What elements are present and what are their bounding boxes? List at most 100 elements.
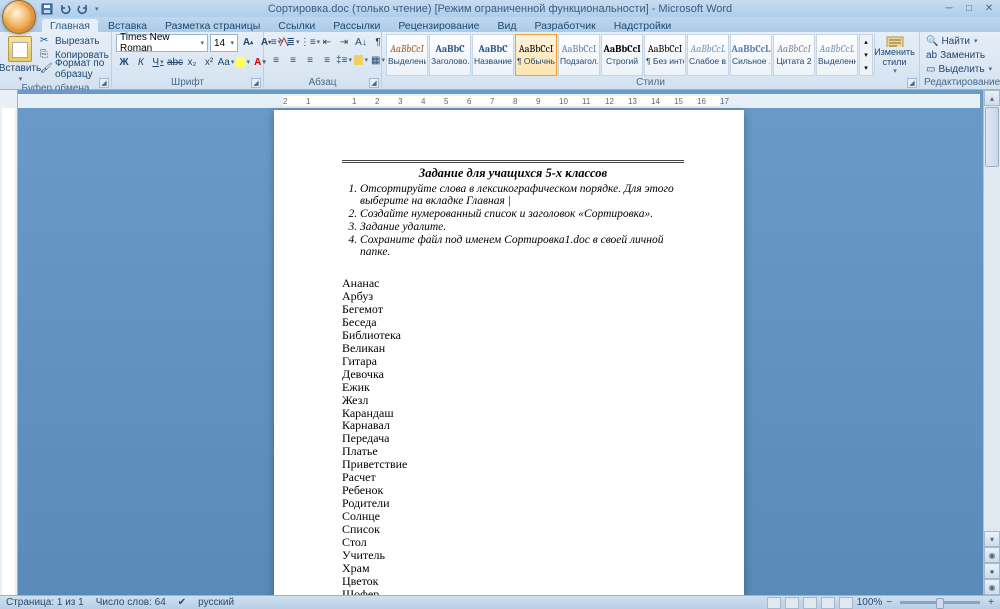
view-web-layout[interactable] (803, 597, 817, 609)
group-label: Стили (386, 77, 915, 89)
change-styles-button[interactable]: Изменитьстили▾ (874, 34, 914, 76)
status-language[interactable]: русский (198, 597, 234, 608)
view-print-layout[interactable] (767, 597, 781, 609)
underline-button[interactable]: Ч▾ (150, 54, 166, 70)
vertical-ruler[interactable] (0, 90, 18, 595)
style-item[interactable]: AaBbCНазвание (472, 34, 514, 76)
style-item[interactable]: AaBbCcIЦитата 2 (773, 34, 815, 76)
style-item[interactable]: AaBbCcLВыделенн... (816, 34, 858, 76)
status-word-count[interactable]: Число слов: 64 (96, 597, 166, 608)
superscript-button[interactable]: x² (201, 54, 217, 70)
style-item[interactable]: AaBbCcIВыделение (386, 34, 428, 76)
sort-button[interactable]: A↓ (353, 34, 369, 50)
replace-button[interactable]: abЗаменить (924, 48, 994, 62)
tab-mailings[interactable]: Рассылки (325, 19, 388, 32)
justify-button[interactable]: ≡ (319, 52, 335, 68)
cut-button[interactable]: ✂Вырезать (38, 34, 111, 48)
style-item[interactable]: AaBbCcI¶ Обычный (515, 34, 557, 76)
redo-icon[interactable] (76, 2, 90, 16)
style-item[interactable]: AaBbCcI¶ Без инте... (644, 34, 686, 76)
shading-button[interactable]: ▾ (353, 52, 369, 68)
word-item: Расчет (342, 471, 684, 484)
maximize-button[interactable]: □ (962, 2, 976, 14)
find-button[interactable]: 🔍Найти▾ (924, 34, 994, 48)
task-item: Создайте нумерованный список и заголовок… (360, 208, 684, 220)
subscript-button[interactable]: x₂ (184, 54, 200, 70)
office-button[interactable] (2, 0, 36, 34)
vertical-scrollbar[interactable]: ▴ ▾ ◉ ● ◉ (983, 90, 1000, 595)
style-item[interactable]: AaBbCcLСильное ... (730, 34, 772, 76)
zoom-level[interactable]: 100% (857, 597, 883, 608)
style-item[interactable]: AaBbCcIСтрогий (601, 34, 643, 76)
style-item[interactable]: AaBbCcLСлабое в... (687, 34, 729, 76)
word-item: Гитара (342, 355, 684, 368)
multilevel-button[interactable]: ⋮≡▾ (302, 34, 318, 50)
zoom-in-button[interactable]: + (988, 597, 994, 608)
align-center-button[interactable]: ≡ (285, 52, 301, 68)
tab-page-layout[interactable]: Разметка страницы (157, 19, 268, 32)
style-item[interactable]: AaBbCЗаголово... (429, 34, 471, 76)
zoom-slider[interactable] (900, 601, 980, 604)
align-right-button[interactable]: ≡ (302, 52, 318, 68)
prev-page-icon[interactable]: ◉ (984, 547, 1000, 563)
horizontal-ruler[interactable]: 211234567891011121314151617 (18, 94, 980, 108)
bold-button[interactable]: Ж (116, 54, 132, 70)
paragraph-dialog-icon[interactable]: ◢ (369, 78, 379, 88)
word-item: Девочка (342, 368, 684, 381)
tab-developer[interactable]: Разработчик (526, 19, 603, 32)
tab-view[interactable]: Вид (489, 19, 524, 32)
styles-more-button[interactable]: ▴▾▾ (859, 34, 873, 76)
paste-button[interactable]: Вставить ▾ (4, 34, 36, 83)
word-item: Солнце (342, 510, 684, 523)
font-dialog-icon[interactable]: ◢ (251, 78, 261, 88)
align-left-button[interactable]: ≡ (268, 52, 284, 68)
close-button[interactable]: ✕ (982, 2, 996, 14)
select-button[interactable]: ▭Выделить▾ (924, 62, 994, 76)
find-icon: 🔍 (926, 36, 938, 47)
word-item: Храм (342, 562, 684, 575)
change-case-button[interactable]: Aa▾ (218, 54, 234, 70)
scroll-up-icon[interactable]: ▴ (984, 90, 1000, 106)
tab-insert[interactable]: Вставка (100, 19, 155, 32)
numbering-button[interactable]: ≣▾ (285, 34, 301, 50)
scroll-thumb[interactable] (985, 107, 999, 167)
status-page[interactable]: Страница: 1 из 1 (6, 597, 84, 608)
font-name-combo[interactable]: Times New Roman▾ (116, 34, 208, 52)
strike-button[interactable]: abc (167, 54, 183, 70)
page[interactable]: Задание для учащихся 5-х классов Отсорти… (274, 110, 744, 595)
view-draft[interactable] (839, 597, 853, 609)
font-size-combo[interactable]: 14▾ (210, 34, 238, 52)
clipboard-dialog-icon[interactable]: ◢ (99, 78, 109, 88)
task-list: Отсортируйте слова в лексикографическом … (342, 183, 684, 258)
brush-icon: 🖌 (40, 63, 52, 75)
highlight-button[interactable]: ▾ (235, 54, 251, 70)
word-item: Цветок (342, 575, 684, 588)
decrease-indent-button[interactable]: ⇤ (319, 34, 335, 50)
format-painter-button[interactable]: 🖌Формат по образцу (38, 62, 111, 76)
undo-icon[interactable] (58, 2, 72, 16)
tab-review[interactable]: Рецензирование (390, 19, 487, 32)
tab-addins[interactable]: Надстройки (606, 19, 680, 32)
document-area[interactable]: 211234567891011121314151617 Задание для … (18, 90, 1000, 595)
view-full-screen[interactable] (785, 597, 799, 609)
line-spacing-button[interactable]: ‡≡▾ (336, 52, 352, 68)
grow-font-button[interactable]: A▴ (240, 34, 256, 50)
view-outline[interactable] (821, 597, 835, 609)
bullets-button[interactable]: ≡▾ (268, 34, 284, 50)
increase-indent-button[interactable]: ⇥ (336, 34, 352, 50)
qat-more-icon[interactable]: ▾ (95, 5, 99, 13)
scroll-down-icon[interactable]: ▾ (984, 531, 1000, 547)
status-spellcheck[interactable]: ✔ (178, 597, 186, 608)
browse-object-icon[interactable]: ● (984, 563, 1000, 579)
word-item: Учитель (342, 549, 684, 562)
minimize-button[interactable]: ─ (942, 2, 956, 14)
styles-dialog-icon[interactable]: ◢ (907, 78, 917, 88)
tab-references[interactable]: Ссылки (270, 19, 323, 32)
italic-button[interactable]: К (133, 54, 149, 70)
zoom-out-button[interactable]: − (886, 597, 892, 608)
style-item[interactable]: AaBbCcIПодзагол... (558, 34, 600, 76)
spellcheck-icon: ✔ (178, 597, 186, 608)
tab-home[interactable]: Главная (42, 19, 98, 32)
save-icon[interactable] (40, 2, 54, 16)
next-page-icon[interactable]: ◉ (984, 579, 1000, 595)
